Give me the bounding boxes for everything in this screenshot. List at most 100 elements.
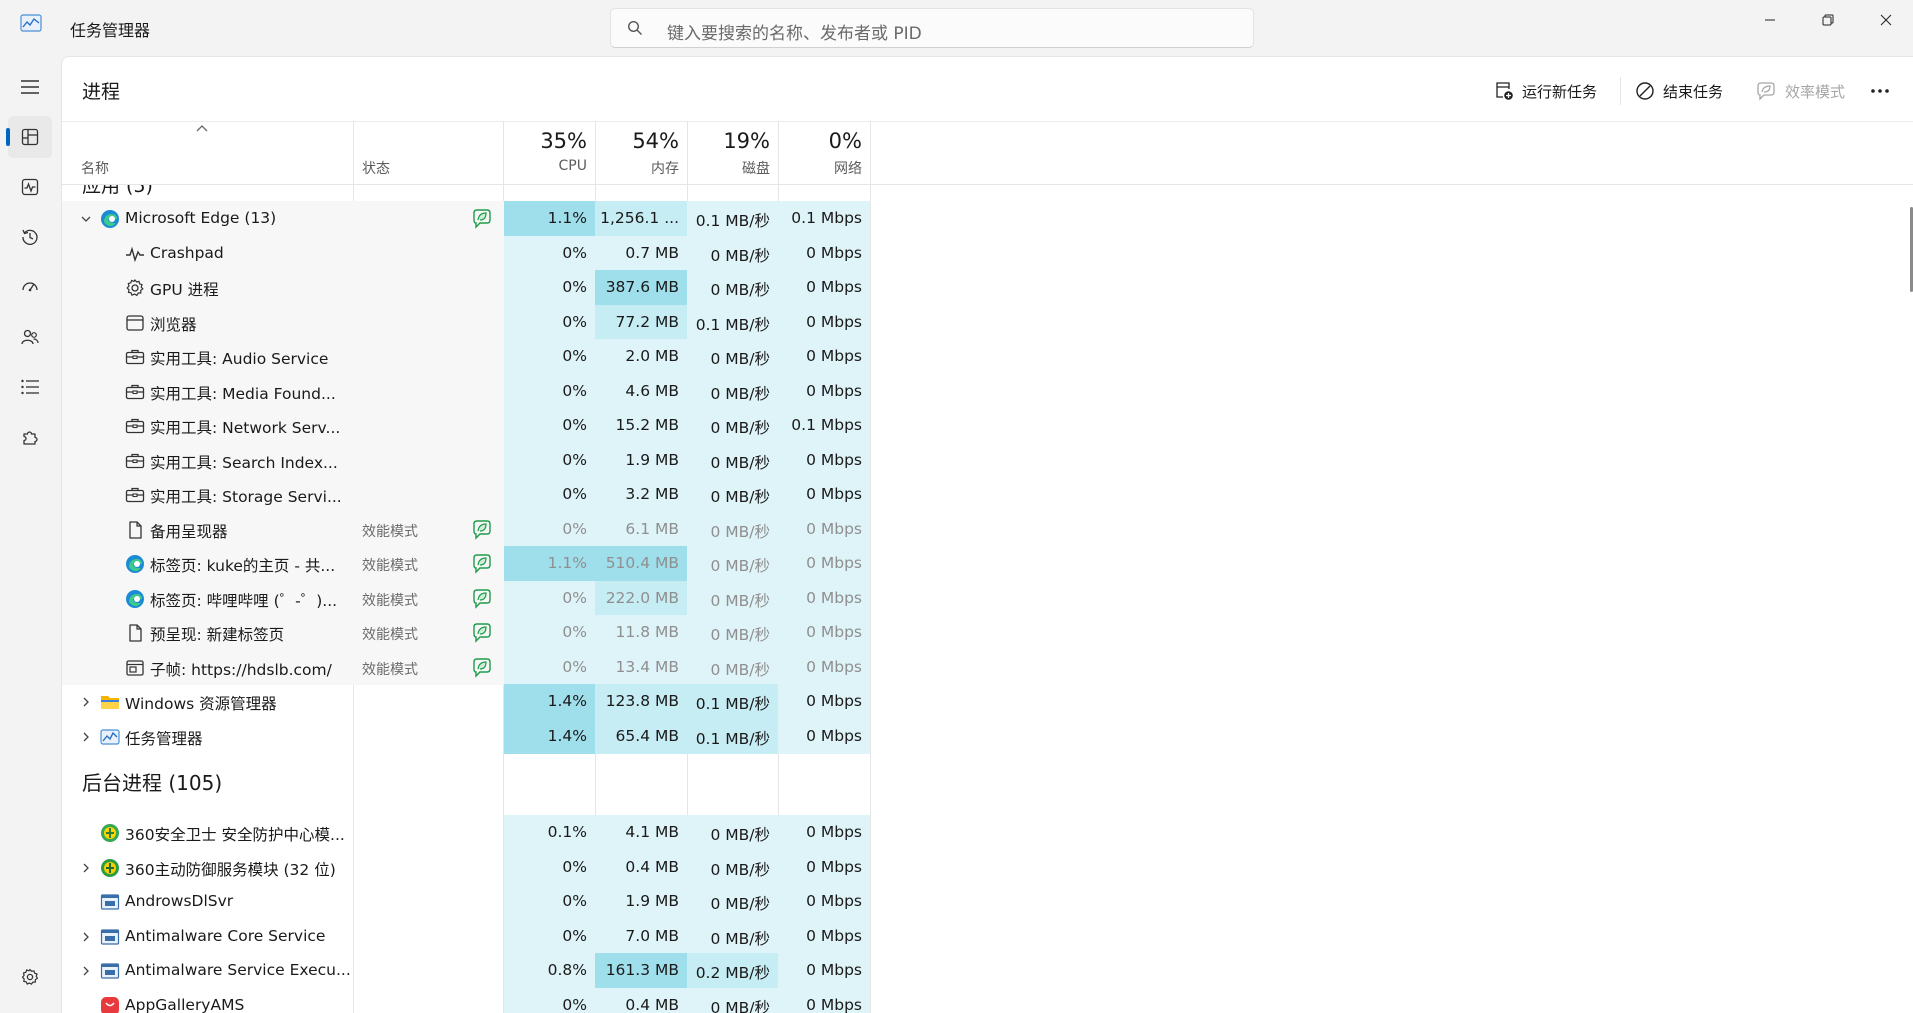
chevron-right-icon[interactable] xyxy=(79,861,93,875)
process-name: Windows 资源管理器 xyxy=(125,695,277,713)
search-box[interactable]: 键入要搜索的名称、发布者或 PID xyxy=(610,8,1254,48)
network-value: 0 Mbps xyxy=(778,235,870,271)
column-header-disk[interactable]: 磁盘 xyxy=(690,158,770,178)
table-row[interactable]: 实用工具: Media Found... 0% 4.6 MB 0 MB/秒 0 Mbps xyxy=(62,373,870,409)
network-value: 0 Mbps xyxy=(778,987,870,1013)
status-text: 效能模式 xyxy=(362,627,418,643)
table-row[interactable]: Antimalware Service Execu... 0.8% 161.3 MB… xyxy=(62,953,870,988)
nav-settings[interactable] xyxy=(8,956,52,998)
table-row[interactable]: 360主动防御服务模块 (32 位) 0% 0.4 MB 0 MB/秒 0 Mbps xyxy=(62,849,870,885)
table-row[interactable]: GPU 进程 0% 387.6 MB 0 MB/秒 0 Mbps xyxy=(62,270,870,305)
toolbar-divider xyxy=(1620,77,1621,105)
table-row[interactable]: 备用呈现器 效能模式 0% 6.1 MB 0 MB/秒 0 Mbps xyxy=(62,511,870,547)
memory-value: 1,256.1 ... xyxy=(595,201,687,236)
chevron-right-icon[interactable] xyxy=(79,695,93,709)
chevron-right-icon[interactable] xyxy=(79,930,93,944)
process-name: 实用工具: Audio Service xyxy=(150,350,329,368)
network-value: 0 Mbps xyxy=(778,373,870,409)
table-row[interactable]: 浏览器 0% 77.2 MB 0.1 MB/秒 0 Mbps xyxy=(62,304,870,340)
minimize-icon xyxy=(1765,19,1775,21)
process-name: 浏览器 xyxy=(150,315,197,334)
cpu-value: 0% xyxy=(504,987,595,1013)
nav-menu-button[interactable] xyxy=(8,66,52,108)
table-row[interactable]: 子帧: https://hdslb.com/效能模式 0% 13.4 MB 0 MB/… xyxy=(62,649,870,685)
process-name-cell: 实用工具: Network Serv... xyxy=(62,408,353,443)
cpu-value: 0% xyxy=(504,373,595,409)
disk-value: 0 MB/秒 xyxy=(687,918,778,954)
table-row[interactable]: AndrowsDlSvr 0% 1.9 MB 0 MB/秒 0 Mbps xyxy=(62,884,870,919)
background-processes-header: 后台进程 (105) xyxy=(62,753,870,807)
column-header-status[interactable]: 状态 xyxy=(362,158,390,178)
table-row[interactable]: Crashpad 0% 0.7 MB 0 MB/秒 0 Mbps xyxy=(62,235,870,271)
table-row[interactable]: 标签页: kuke的主页 - 共... 效能模式 1.1% 510.4 MB 0 MB/… xyxy=(62,546,870,581)
nav-users[interactable] xyxy=(8,316,52,358)
network-value: 0 Mbps xyxy=(778,511,870,547)
process-status-cell xyxy=(353,339,503,374)
process-status-cell xyxy=(353,305,503,340)
process-name-cell: 实用工具: Media Found... xyxy=(62,374,353,409)
table-row[interactable]: 预呈现: 新建标签页 效能模式 0% 11.8 MB 0 MB/秒 0 Mbps xyxy=(62,615,870,650)
sort-up-icon xyxy=(196,125,208,132)
table-row[interactable]: 实用工具: Network Serv... 0% 15.2 MB 0 MB/秒 0.1 … xyxy=(62,408,870,443)
process-status-cell xyxy=(353,919,503,954)
more-icon xyxy=(1871,89,1889,93)
process-name: 子帧: https://hdslb.com/ xyxy=(150,660,332,679)
process-name: 任务管理器 xyxy=(125,729,203,748)
minimize-button[interactable] xyxy=(1741,0,1799,40)
efficiency-mode-label: 效率模式 xyxy=(1785,82,1846,101)
table-row[interactable]: Microsoft Edge (13) 1.1% 1,256.1 ... 0.1 MB… xyxy=(62,201,870,236)
process-name-cell: Antimalware Service Execu... xyxy=(62,953,353,988)
toolbox-icon xyxy=(125,451,145,471)
table-row[interactable]: Windows 资源管理器 1.4% 123.8 MB 0.1 MB/秒 0 Mbps xyxy=(62,684,870,719)
chevron-right-icon[interactable] xyxy=(79,730,93,744)
nav-app-history[interactable] xyxy=(8,216,52,258)
network-total[interactable]: 0% xyxy=(782,129,862,153)
table-row[interactable]: 360安全卫士 安全防护中心模... 0.1% 4.1 MB 0 MB/秒 0 Mbps xyxy=(62,815,870,850)
disk-value: 0 MB/秒 xyxy=(687,408,778,443)
process-name: GPU 进程 xyxy=(150,281,219,299)
left-navigation xyxy=(0,56,61,1013)
run-new-task-button[interactable]: 运行新任务 xyxy=(1494,74,1597,108)
cpu-total[interactable]: 35% xyxy=(507,129,587,153)
table-row[interactable]: 任务管理器 1.4% 65.4 MB 0.1 MB/秒 0 Mbps xyxy=(62,718,870,754)
folder-icon xyxy=(100,692,120,712)
chevron-down-icon[interactable] xyxy=(79,212,93,226)
efficiency-mode-button[interactable]: 效率模式 xyxy=(1755,74,1845,108)
column-header-cpu[interactable]: CPU xyxy=(507,158,587,174)
nav-services[interactable] xyxy=(8,416,52,458)
efficiency-leaf-icon xyxy=(471,208,493,230)
disk-value: 0 MB/秒 xyxy=(687,815,778,850)
window-title: 任务管理器 xyxy=(70,21,151,40)
nav-processes[interactable] xyxy=(6,116,52,158)
table-row[interactable]: 实用工具: Storage Servi... 0% 3.2 MB 0 MB/秒 0 Mb… xyxy=(62,477,870,512)
memory-value: 161.3 MB xyxy=(595,953,687,988)
table-row[interactable]: Antimalware Core Service 0% 7.0 MB 0 MB/秒 0 … xyxy=(62,918,870,954)
process-name-cell: 标签页: 哔哩哔哩 (゜-゜)... xyxy=(62,581,353,616)
restore-button[interactable] xyxy=(1799,0,1857,40)
restore-icon xyxy=(1822,14,1834,26)
column-header-memory[interactable]: 内存 xyxy=(599,158,679,178)
memory-total[interactable]: 54% xyxy=(599,129,679,153)
nav-details[interactable] xyxy=(8,366,52,408)
disk-total[interactable]: 19% xyxy=(690,129,770,153)
table-row[interactable]: 实用工具: Audio Service 0% 2.0 MB 0 MB/秒 0 Mbps xyxy=(62,339,870,374)
process-name-cell: GPU 进程 xyxy=(62,270,353,305)
table-row[interactable]: 标签页: 哔哩哔哩 (゜-゜)... 效能模式 0% 222.0 MB 0 MB/秒 0 … xyxy=(62,580,870,616)
end-task-button[interactable]: 结束任务 xyxy=(1635,74,1723,108)
apps-group-title: 应用 (5) xyxy=(82,185,153,197)
disk-value: 0.1 MB/秒 xyxy=(687,304,778,340)
process-status-cell: 效能模式 xyxy=(353,581,503,616)
process-status-cell xyxy=(353,443,503,478)
more-options-button[interactable] xyxy=(1870,74,1890,108)
memory-value: 0.4 MB xyxy=(595,987,687,1013)
chevron-right-icon[interactable] xyxy=(79,964,93,978)
nav-startup-apps[interactable] xyxy=(8,266,52,308)
network-value: 0 Mbps xyxy=(778,953,870,988)
nav-performance[interactable] xyxy=(8,166,52,208)
cpu-value: 0.1% xyxy=(504,815,595,850)
table-row[interactable]: 实用工具: Search Index... 0% 1.9 MB 0 MB/秒 0 Mbp… xyxy=(62,442,870,478)
close-button[interactable] xyxy=(1857,0,1913,40)
column-header-name[interactable]: 名称 xyxy=(81,158,109,178)
column-header-network[interactable]: 网络 xyxy=(782,158,862,178)
table-row[interactable]: AppGalleryAMS 0% 0.4 MB 0 MB/秒 0 Mbps xyxy=(62,987,870,1013)
